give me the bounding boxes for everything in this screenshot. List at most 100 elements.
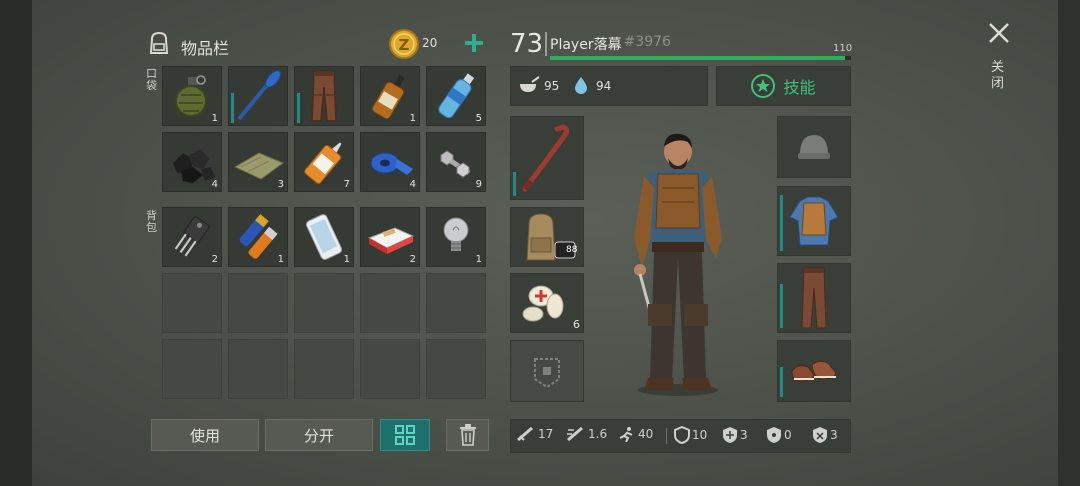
pocket-slot-water[interactable]: 5 <box>426 66 486 126</box>
empty-slot[interactable] <box>360 339 420 399</box>
xp-max: 110 <box>833 43 853 54</box>
xp-bar-fill <box>550 56 845 60</box>
pocket-slot-glue[interactable]: 7 <box>294 132 354 192</box>
pocket-slot-grenade[interactable]: 1 <box>162 66 222 126</box>
item-qty: 4 <box>409 179 416 190</box>
backpack-label: 背包 <box>146 209 157 234</box>
empty-slot[interactable] <box>426 339 486 399</box>
backpack-slot-phone[interactable]: 1 <box>294 207 354 267</box>
pants-icon <box>801 267 827 329</box>
pocket-icon <box>534 358 560 389</box>
item-qty: 7 <box>343 179 350 190</box>
radiation-resist-value: 0 <box>784 428 792 442</box>
empty-slot[interactable] <box>426 273 486 333</box>
pocket-slot-cloth[interactable]: 3 <box>228 132 288 192</box>
backpack-equip-slot[interactable]: 88 <box>510 207 584 267</box>
damage-stat: 17 <box>516 426 553 442</box>
vest-icon <box>789 196 839 246</box>
right-edge <box>1058 0 1080 486</box>
empty-slot[interactable] <box>228 273 288 333</box>
durability-bar <box>780 284 783 328</box>
empty-slot[interactable] <box>228 339 288 399</box>
xp-bar <box>550 56 851 60</box>
player-id: #3976 <box>623 34 671 50</box>
durability-bar <box>231 93 234 123</box>
backpack-slot-bulb[interactable]: 1 <box>426 207 486 267</box>
item-qty: 1 <box>409 113 416 124</box>
feet-slot[interactable] <box>777 340 851 402</box>
backpack-slot-batteries[interactable]: 1 <box>228 207 288 267</box>
durability-bar <box>780 195 783 251</box>
radiation-resist-stat: 0 <box>766 426 792 444</box>
left-edge <box>0 0 32 486</box>
durability-bar <box>297 93 300 123</box>
add-coins-button[interactable] <box>462 30 486 56</box>
svg-text:Z: Z <box>399 36 410 54</box>
armor-stat: 10 <box>674 426 707 444</box>
item-qty: 5 <box>475 113 482 124</box>
hunger-value: 95 <box>544 79 560 93</box>
close-button[interactable] <box>986 20 1012 46</box>
damage-value: 17 <box>538 427 554 441</box>
medkit-slot[interactable]: 6 <box>510 273 584 333</box>
backpack-slot-transistor[interactable]: 2 <box>162 207 222 267</box>
empty-slot[interactable] <box>162 339 222 399</box>
crowbar-icon <box>522 124 570 192</box>
pocket-slot-oar[interactable] <box>228 66 288 126</box>
cold-shield-icon <box>723 427 737 443</box>
player-character <box>622 128 734 402</box>
item-qty: 4 <box>211 179 218 190</box>
empty-slot[interactable] <box>162 273 222 333</box>
pocket-slot-tape[interactable]: 4 <box>360 132 420 192</box>
toxic-shield-icon <box>813 427 827 443</box>
weapon-slot[interactable] <box>510 116 584 200</box>
torso-slot[interactable] <box>777 186 851 256</box>
empty-slot[interactable] <box>294 273 354 333</box>
shield-icon <box>674 426 690 444</box>
backpack-badge: 88 <box>566 245 578 255</box>
pocket-slot-coal[interactable]: 4 <box>162 132 222 192</box>
pocket-slot-bolts[interactable]: 9 <box>426 132 486 192</box>
thirst-icon <box>574 76 588 98</box>
armor-value: 10 <box>692 428 708 442</box>
item-qty: 1 <box>343 254 350 265</box>
toxic-resist-stat: 3 <box>812 426 838 444</box>
medkit-qty: 6 <box>573 318 580 331</box>
hunger-icon <box>518 76 540 98</box>
skills-button[interactable]: 技能 <box>716 66 851 106</box>
pocket-slot-pants[interactable] <box>294 66 354 126</box>
trash-icon <box>459 424 476 446</box>
thirst-value: 94 <box>596 79 612 93</box>
move-speed-stat: 40 <box>616 426 653 442</box>
use-button[interactable]: 使用 <box>151 419 259 451</box>
pocket-equip-slot[interactable] <box>510 340 584 402</box>
star-icon <box>751 74 776 98</box>
running-icon <box>619 427 633 442</box>
move-speed-value: 40 <box>638 427 654 441</box>
grid-icon <box>395 425 415 445</box>
legs-slot[interactable] <box>777 263 851 333</box>
empty-slot[interactable] <box>294 339 354 399</box>
item-qty: 1 <box>277 254 284 265</box>
attack-speed-stat: 1.6 <box>566 426 607 442</box>
trash-button[interactable] <box>446 419 489 451</box>
item-qty: 1 <box>211 113 218 124</box>
damage-icon <box>517 426 533 442</box>
split-button[interactable]: 分开 <box>265 419 373 451</box>
close-icon <box>989 23 1009 43</box>
item-qty: 9 <box>475 179 482 190</box>
head-slot[interactable] <box>777 116 851 178</box>
backpack-slot-cigarettes[interactable]: 2 <box>360 207 420 267</box>
player-name: Player落幕 <box>550 37 622 53</box>
pocket-slot-whiskey[interactable]: 1 <box>360 66 420 126</box>
player-name-row: Player落幕 #3976 <box>550 34 671 54</box>
backpack-icon <box>146 30 172 56</box>
empty-slot[interactable] <box>360 273 420 333</box>
durability-bar <box>513 172 516 196</box>
player-level: 73 <box>510 29 544 59</box>
beanie-icon <box>798 135 830 159</box>
sort-grid-button[interactable] <box>380 419 430 451</box>
close-label[interactable]: 关闭 <box>991 60 1007 92</box>
header-divider <box>545 32 547 56</box>
item-qty: 3 <box>277 179 284 190</box>
